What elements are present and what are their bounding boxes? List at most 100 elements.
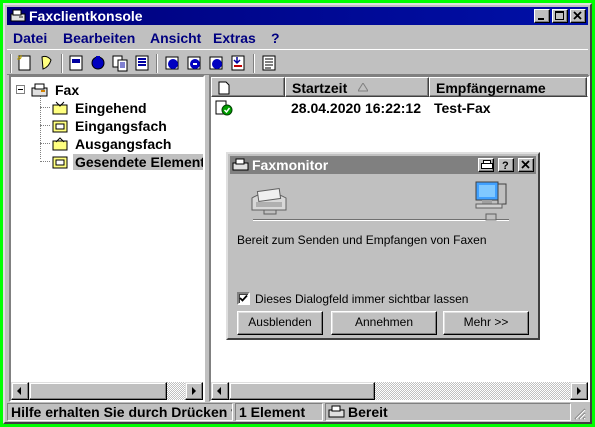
maximize-button[interactable] <box>552 9 568 23</box>
arrow-left-icon <box>217 387 221 395</box>
outbox-icon <box>52 137 68 151</box>
new-fax-icon[interactable] <box>16 54 34 72</box>
sort-ascending-icon <box>358 83 368 92</box>
tree-item-label: Fax <box>55 82 80 98</box>
inbox-icon <box>52 120 68 133</box>
menu-bearbeiten[interactable]: Bearbeiten <box>63 30 135 46</box>
scroll-thumb[interactable] <box>229 382 375 400</box>
menu-ansicht[interactable]: Ansicht <box>150 30 201 46</box>
more-button[interactable]: Mehr >> <box>443 311 529 335</box>
details-icon[interactable] <box>260 54 278 72</box>
receive-icon[interactable] <box>89 54 107 72</box>
arrow-left-icon <box>17 387 21 395</box>
column-header-label: Startzeit <box>292 80 348 96</box>
table-row[interactable]: 28.04.2020 16:22:12 Test-Fax <box>211 99 588 117</box>
help-icon: ? <box>502 160 509 170</box>
dialog-close-button[interactable] <box>518 158 534 172</box>
column-header-label: Empfängername <box>436 80 546 96</box>
column-header-filler <box>587 77 588 97</box>
scroll-right-button[interactable] <box>570 382 588 400</box>
fax-app-icon <box>232 158 249 171</box>
close-icon <box>521 160 530 169</box>
status-count-text: 1 Element <box>239 404 306 420</box>
computer-icon <box>475 181 507 221</box>
tree-line <box>40 107 50 108</box>
status-count: 1 Element <box>235 403 323 421</box>
minimize-button[interactable] <box>534 9 550 23</box>
close-icon <box>573 11 582 20</box>
tree-item-label: Eingangsfach <box>75 118 167 134</box>
cell-start-time: 28.04.2020 16:22:12 <box>291 100 421 116</box>
tree-line <box>40 125 50 126</box>
dialog-help-button[interactable]: ? <box>498 158 514 172</box>
menu-help[interactable]: ? <box>271 30 280 46</box>
tree-item-label: Ausgangsfach <box>75 136 172 152</box>
dialog-print-button[interactable] <box>478 158 494 172</box>
column-header-empfaengername[interactable]: Empfängername <box>429 77 587 97</box>
fax-machine-icon <box>251 187 287 215</box>
printer-icon <box>481 160 493 169</box>
menu-extras[interactable]: Extras <box>213 30 256 46</box>
tree-line <box>40 161 50 162</box>
tree-collapse-toggle[interactable] <box>16 85 25 94</box>
status-hint-text: Hilfe erhalten Sie durch Drücken von F1 <box>11 404 232 420</box>
dialog-title-bar[interactable]: Faxmonitor ? <box>230 156 536 174</box>
minimize-icon <box>538 18 544 20</box>
status-hint: Hilfe erhalten Sie durch Drücken von F1 <box>7 403 233 421</box>
fax-folder-icon <box>31 83 48 97</box>
arrow-right-icon <box>577 387 581 395</box>
close-button[interactable] <box>570 9 586 23</box>
status-state: Bereit <box>325 403 571 421</box>
toolbar-separator <box>61 54 63 73</box>
maximize-icon <box>555 11 564 20</box>
reply-icon[interactable] <box>163 54 181 72</box>
dialog-title: Faxmonitor <box>252 157 329 173</box>
checkmark-icon <box>239 294 248 302</box>
scroll-thumb[interactable] <box>29 382 167 400</box>
fax-sent-ok-icon <box>215 100 233 116</box>
always-visible-checkbox[interactable] <box>237 292 250 305</box>
cell-recipient: Test-Fax <box>434 100 491 116</box>
toolbar-separator <box>253 54 255 73</box>
print-icon[interactable] <box>207 54 225 72</box>
scroll-left-button[interactable] <box>11 382 29 400</box>
arrow-right-icon <box>192 387 196 395</box>
list-horizontal-scrollbar[interactable] <box>211 382 588 400</box>
save-icon[interactable] <box>229 54 247 72</box>
scroll-left-button[interactable] <box>211 382 229 400</box>
answer-button[interactable]: Annehmen <box>331 311 437 335</box>
sent-items-icon <box>52 156 68 169</box>
svg-text:?: ? <box>502 160 509 170</box>
toolbar-grip <box>10 54 12 73</box>
title-bar[interactable]: Faxclientkonsole <box>7 7 588 25</box>
export-icon[interactable] <box>133 54 151 72</box>
window-title: Faxclientkonsole <box>29 8 143 24</box>
menu-bar: Datei Bearbeiten Ansicht Extras ? <box>7 27 588 47</box>
scroll-right-button[interactable] <box>185 382 203 400</box>
tree-horizontal-scrollbar[interactable] <box>11 382 203 400</box>
dialog-status-text: Bereit zum Senden und Empfangen von Faxe… <box>237 233 487 247</box>
fax-app-icon <box>10 9 26 22</box>
toolbar <box>7 49 588 75</box>
status-bar: Hilfe erhalten Sie durch Drücken von F1 … <box>7 402 588 422</box>
copy-icon[interactable] <box>111 54 129 72</box>
forward-icon[interactable] <box>185 54 203 72</box>
fax-device-icon <box>328 405 345 418</box>
incoming-icon <box>52 101 68 115</box>
tree-item-label: Eingehend <box>75 100 147 116</box>
status-state-text: Bereit <box>348 404 388 420</box>
column-header-startzeit[interactable]: Startzeit <box>285 77 429 97</box>
faxmonitor-dialog: Faxmonitor ? Bereit zum Senden und Empfa… <box>226 152 540 340</box>
tree-item-label: Gesendete Elemente <box>73 154 203 170</box>
column-header-status[interactable] <box>211 77 285 97</box>
fax-properties-icon[interactable] <box>67 54 85 72</box>
tree-line <box>40 95 41 159</box>
folder-tree[interactable]: Fax Eingehend Eingangsfach Ausgangsfach … <box>9 75 205 402</box>
toolbar-separator <box>156 54 158 73</box>
document-icon <box>218 81 230 95</box>
address-book-icon[interactable] <box>38 54 56 72</box>
always-visible-label: Dieses Dialogfeld immer sichtbar lassen <box>255 292 469 306</box>
menu-datei[interactable]: Datei <box>13 30 47 46</box>
resize-grip-icon[interactable] <box>572 406 586 420</box>
hide-button[interactable]: Ausblenden <box>237 311 323 335</box>
